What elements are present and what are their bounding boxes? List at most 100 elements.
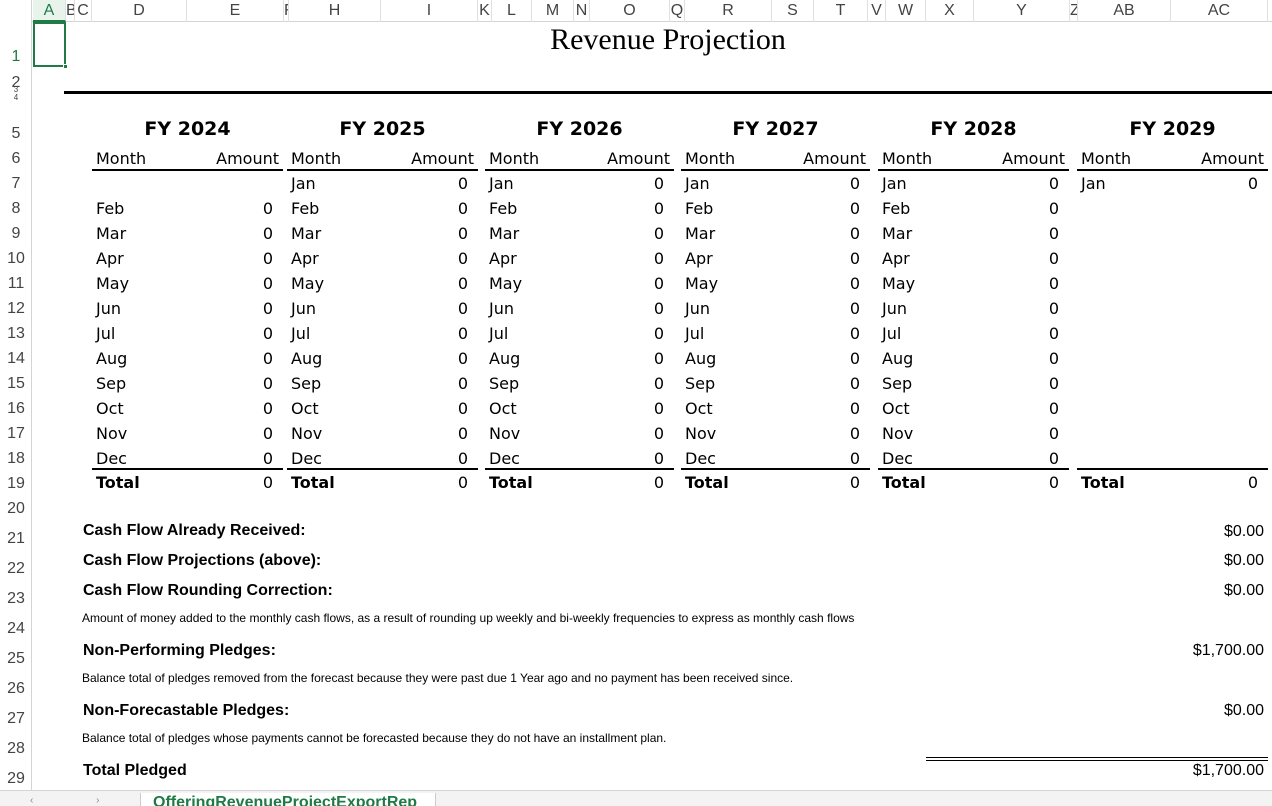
month-row[interactable]: Apr 0: [287, 249, 478, 274]
month-row[interactable]: Oct 0: [878, 399, 1069, 424]
month-row[interactable]: Apr 0: [92, 249, 283, 274]
month-cell[interactable]: Nov: [882, 424, 913, 443]
month-cell[interactable]: Nov: [685, 424, 716, 443]
month-row[interactable]: May 0: [681, 274, 870, 299]
month-row[interactable]: Jan 0: [878, 174, 1069, 199]
month-cell[interactable]: Jul: [96, 324, 115, 343]
month-row[interactable]: Nov 0: [287, 424, 478, 449]
amount-cell[interactable]: 0: [263, 374, 273, 393]
amount-cell[interactable]: 0: [1049, 374, 1059, 393]
month-row[interactable]: Feb 0: [92, 199, 283, 224]
row-number[interactable]: 20: [0, 500, 32, 518]
column-header-k[interactable]: K: [478, 0, 492, 22]
amount-cell[interactable]: 0: [1049, 399, 1059, 418]
month-cell[interactable]: Mar: [685, 224, 715, 243]
row-number[interactable]: 10: [0, 250, 32, 268]
month-row[interactable]: Jun 0: [92, 299, 283, 324]
row-number[interactable]: 27: [0, 710, 32, 728]
month-row[interactable]: Feb 0: [485, 199, 674, 224]
month-row[interactable]: Apr 0: [681, 249, 870, 274]
month-cell[interactable]: Jul: [685, 324, 704, 343]
column-header-w[interactable]: W: [886, 0, 926, 22]
cash-flow-projections-value[interactable]: $0.00: [1224, 552, 1264, 570]
month-cell[interactable]: Jan: [685, 174, 710, 193]
amount-cell[interactable]: 0: [654, 274, 664, 293]
month-row[interactable]: Sep 0: [287, 374, 478, 399]
column-header-x[interactable]: X: [926, 0, 974, 22]
sheet-nav-arrows[interactable]: ‹ ›: [30, 795, 129, 806]
amount-cell[interactable]: 0: [458, 374, 468, 393]
month-cell[interactable]: Apr: [291, 249, 319, 268]
amount-cell[interactable]: 0: [654, 299, 664, 318]
month-cell[interactable]: Dec: [96, 449, 127, 468]
column-header-e[interactable]: E: [187, 0, 284, 22]
month-row[interactable]: Jun 0: [485, 299, 674, 324]
month-cell[interactable]: Jan: [489, 174, 514, 193]
month-row[interactable]: Mar 0: [287, 224, 478, 249]
total-value[interactable]: 0: [850, 473, 860, 492]
amount-cell[interactable]: 0: [458, 449, 468, 468]
total-value[interactable]: 0: [263, 473, 273, 492]
row-number[interactable]: 7: [0, 175, 32, 193]
month-cell[interactable]: Oct: [96, 399, 124, 418]
amount-cell[interactable]: 0: [458, 224, 468, 243]
month-row[interactable]: Oct 0: [485, 399, 674, 424]
month-row[interactable]: Sep 0: [92, 374, 283, 399]
month-cell[interactable]: Jan: [291, 174, 316, 193]
month-row[interactable]: Jan 0: [485, 174, 674, 199]
month-row[interactable]: Jul 0: [878, 324, 1069, 349]
amount-cell[interactable]: 0: [850, 424, 860, 443]
amount-cell[interactable]: 0: [263, 449, 273, 468]
month-row[interactable]: Feb 0: [681, 199, 870, 224]
month-cell[interactable]: Nov: [291, 424, 322, 443]
month-row[interactable]: Jan 0: [681, 174, 870, 199]
amount-cell[interactable]: 0: [263, 274, 273, 293]
month-row[interactable]: Apr 0: [485, 249, 674, 274]
total-row[interactable]: Total 0: [92, 468, 283, 493]
amount-cell[interactable]: 0: [654, 249, 664, 268]
month-cell[interactable]: May: [489, 274, 522, 293]
column-header-c[interactable]: C: [75, 0, 92, 22]
amount-cell[interactable]: 0: [1049, 249, 1059, 268]
month-cell[interactable]: Sep: [685, 374, 715, 393]
month-cell[interactable]: Mar: [96, 224, 126, 243]
row-number[interactable]: 15: [0, 375, 32, 393]
row-number[interactable]: 6: [0, 150, 32, 168]
month-cell[interactable]: Jun: [489, 299, 514, 318]
column-header-ac[interactable]: AC: [1171, 0, 1268, 22]
column-header-t[interactable]: T: [814, 0, 868, 22]
month-cell[interactable]: Apr: [882, 249, 910, 268]
column-header-i[interactable]: I: [381, 0, 478, 22]
amount-cell[interactable]: 0: [458, 274, 468, 293]
row-number[interactable]: 14: [0, 350, 32, 368]
amount-cell[interactable]: 0: [654, 449, 664, 468]
month-row[interactable]: Sep 0: [485, 374, 674, 399]
amount-cell[interactable]: 0: [654, 424, 664, 443]
amount-cell[interactable]: 0: [458, 349, 468, 368]
amount-cell[interactable]: 0: [654, 374, 664, 393]
month-cell[interactable]: May: [882, 274, 915, 293]
month-cell[interactable]: Mar: [291, 224, 321, 243]
month-row[interactable]: Jul 0: [92, 324, 283, 349]
amount-cell[interactable]: 0: [263, 324, 273, 343]
amount-cell[interactable]: 0: [654, 349, 664, 368]
amount-cell[interactable]: 0: [850, 324, 860, 343]
month-cell[interactable]: Nov: [96, 424, 127, 443]
month-cell[interactable]: Dec: [882, 449, 913, 468]
row-number[interactable]: 23: [0, 590, 32, 608]
total-row[interactable]: Total 0: [287, 468, 478, 493]
amount-cell[interactable]: 0: [654, 324, 664, 343]
amount-cell[interactable]: 0: [458, 174, 468, 193]
total-row[interactable]: Total 0: [878, 468, 1069, 493]
month-row[interactable]: [92, 174, 283, 199]
column-header-s[interactable]: S: [772, 0, 814, 22]
month-row[interactable]: Jul 0: [681, 324, 870, 349]
total-value[interactable]: 0: [1049, 473, 1059, 492]
month-cell[interactable]: Aug: [882, 349, 913, 368]
month-cell[interactable]: Jun: [96, 299, 121, 318]
month-cell[interactable]: Aug: [685, 349, 716, 368]
month-row[interactable]: Feb 0: [287, 199, 478, 224]
column-header-v[interactable]: V: [868, 0, 886, 22]
column-header-o[interactable]: O: [590, 0, 670, 22]
month-row[interactable]: Sep 0: [878, 374, 1069, 399]
